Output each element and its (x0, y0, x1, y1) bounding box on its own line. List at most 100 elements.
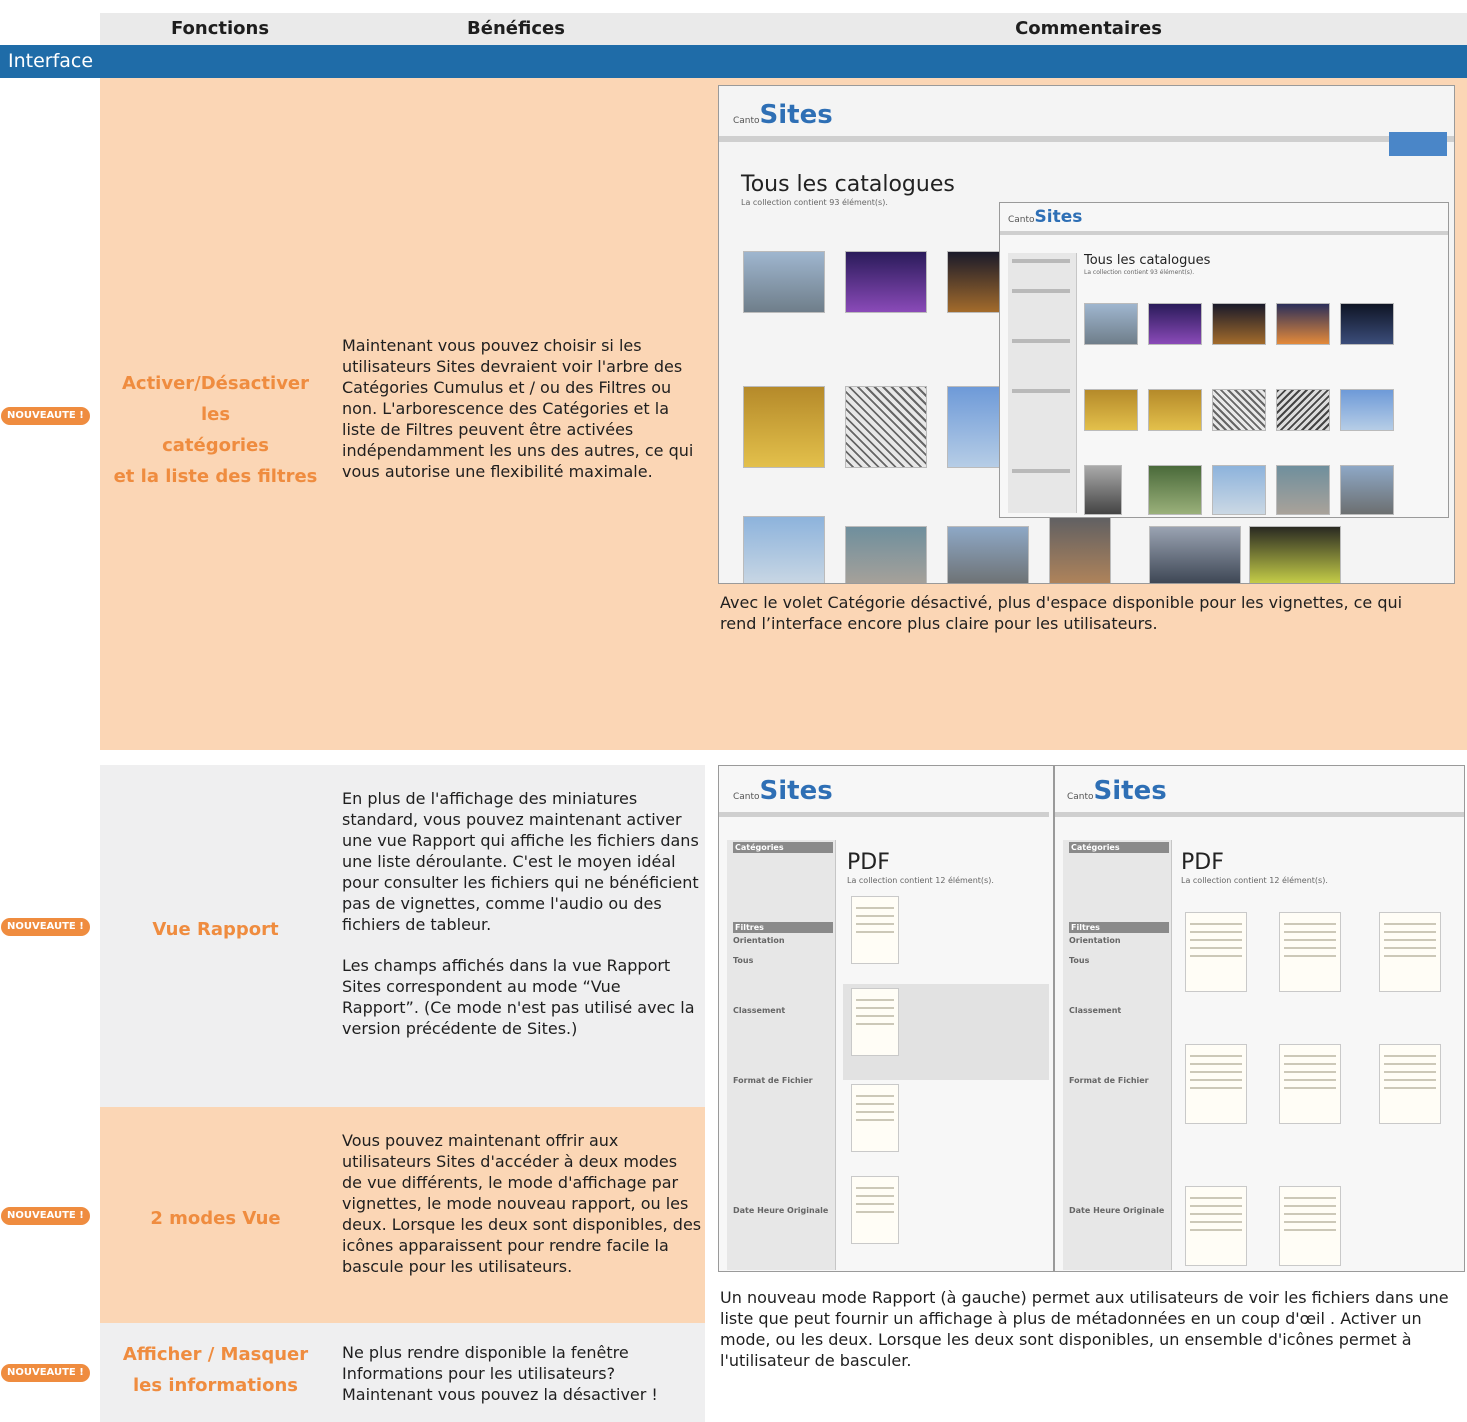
doc-thumb[interactable] (1185, 912, 1247, 992)
header-bar (719, 136, 1454, 142)
doc-thumb[interactable] (1185, 1186, 1247, 1266)
sidebar-classement: Classement (733, 1006, 786, 1015)
sidebar-line (1012, 289, 1070, 293)
thumb-image[interactable] (1148, 303, 1202, 345)
doc-thumb[interactable] (1279, 1044, 1341, 1124)
header-functions: Fonctions (170, 18, 270, 39)
sidebar-filters: Filtres (1069, 922, 1169, 933)
logo-brand: Sites (1093, 776, 1167, 806)
sidebar-format: Format de Fichier (1069, 1076, 1149, 1085)
sidebar-filters: Filtres (733, 922, 833, 933)
sidebar-line (1012, 469, 1070, 473)
doc-thumb[interactable] (1379, 1044, 1441, 1124)
thumb-image[interactable] (743, 386, 825, 468)
sites-logo: CantoSites (733, 776, 833, 806)
thumb-image[interactable] (1084, 389, 1138, 431)
basket-button[interactable] (1389, 132, 1447, 156)
thumb-image[interactable] (1084, 465, 1122, 515)
thumb-image[interactable] (845, 251, 927, 313)
logo-small: Canto (1008, 215, 1035, 225)
function-line: Activer/Désactiver les (121, 373, 310, 425)
pdf-title: PDF (847, 850, 890, 875)
thumb-image[interactable] (1148, 389, 1202, 431)
sidebar-line (1012, 259, 1070, 263)
sites-logo-small: CantoSites (1008, 207, 1082, 227)
section-title: Interface (8, 50, 94, 72)
screenshot-view-modes: CantoSites Catégories Filtres Orientatio… (718, 765, 1465, 1272)
thumb-image[interactable] (1249, 526, 1341, 583)
thumb-image[interactable] (1212, 303, 1266, 345)
doc-thumb[interactable] (1379, 912, 1441, 992)
function-two-modes: 2 modes Vue (113, 1203, 318, 1234)
new-badge: NOUVEAUTE ! (1, 1364, 90, 1382)
sidebar-orientation: Orientation (1069, 936, 1121, 945)
function-line: 2 modes Vue (150, 1208, 281, 1229)
sidebar-categories: Catégories (1069, 842, 1169, 853)
catalog-title: Tous les catalogues (741, 172, 955, 197)
header-comments: Commentaires (1015, 18, 1162, 39)
logo-small: Canto (733, 792, 760, 802)
thumb-image[interactable] (1148, 465, 1202, 515)
benefit-report-view: En plus de l'affichage des miniatures st… (342, 788, 702, 1039)
thumb-image[interactable] (845, 526, 927, 583)
thumb-image[interactable] (1340, 389, 1394, 431)
sidebar-tous: Tous (733, 956, 754, 965)
sites-logo: CantoSites (1067, 776, 1167, 806)
thumb-image[interactable] (1276, 389, 1330, 431)
function-line: catégories (162, 435, 269, 456)
header-bar (719, 812, 1049, 817)
catalog-subtitle: La collection contient 93 élément(s). (741, 198, 888, 207)
doc-thumb[interactable] (851, 988, 899, 1056)
function-report-view: Vue Rapport (113, 914, 318, 945)
logo-brand: Sites (759, 100, 833, 130)
function-toggle-categories: Activer/Désactiver les catégories et la … (113, 368, 318, 492)
function-line: Afficher / Masquer (122, 1344, 309, 1365)
pdf-subtitle: La collection contient 12 élément(s). (847, 876, 994, 885)
section-bar (0, 45, 1467, 78)
sidebar-classement: Classement (1069, 1006, 1122, 1015)
function-line: et la liste des filtres (113, 466, 318, 487)
logo-brand: Sites (759, 776, 833, 806)
doc-thumb[interactable] (851, 896, 899, 964)
screenshot-with-sidebar: CantoSites Tous les catalogues La collec… (999, 202, 1449, 518)
new-badge: NOUVEAUTE ! (1, 407, 90, 425)
header-bar (1000, 231, 1448, 235)
doc-thumb[interactable] (1279, 1186, 1341, 1266)
doc-thumb[interactable] (1279, 912, 1341, 992)
sites-logo: CantoSites (733, 100, 833, 130)
thumb-image[interactable] (1340, 465, 1394, 515)
thumb-image[interactable] (1212, 389, 1266, 431)
comment-view-modes: Un nouveau mode Rapport (à gauche) perme… (720, 1288, 1449, 1370)
sidebar-line (1012, 389, 1070, 393)
thumb-image[interactable] (1149, 526, 1241, 583)
benefit-two-modes: Vous pouvez maintenant offrir aux utilis… (342, 1131, 702, 1276)
logo-small: Canto (1067, 792, 1094, 802)
thumb-image[interactable] (947, 526, 1029, 583)
benefit-toggle-categories: Maintenant vous pouvez choisir si les ut… (342, 336, 694, 481)
thumb-image[interactable] (1049, 511, 1111, 583)
thumb-image[interactable] (1212, 465, 1266, 515)
logo-small: Canto (733, 116, 760, 126)
catalog-title: Tous les catalogues (1084, 253, 1211, 268)
pane-divider (1053, 766, 1055, 1271)
doc-thumb[interactable] (851, 1084, 899, 1152)
category-sidebar: Catégories Filtres Orientation Tous Clas… (727, 840, 836, 1270)
thumb-image[interactable] (1340, 303, 1394, 345)
thumb-image[interactable] (1084, 303, 1138, 345)
thumb-image[interactable] (845, 386, 927, 468)
sidebar-categories: Catégories (733, 842, 833, 853)
doc-thumb[interactable] (851, 1176, 899, 1244)
thumb-image[interactable] (743, 516, 825, 583)
new-badge: NOUVEAUTE ! (1, 918, 90, 936)
thumb-image[interactable] (1276, 465, 1330, 515)
sidebar-line (1012, 339, 1070, 343)
function-toggle-info: Afficher / Masquer les informations (113, 1339, 318, 1401)
doc-thumb[interactable] (1185, 1044, 1247, 1124)
sidebar-date: Date Heure Originale (1069, 1206, 1165, 1215)
pdf-subtitle: La collection contient 12 élément(s). (1181, 876, 1328, 885)
thumb-image[interactable] (743, 251, 825, 313)
thumb-image[interactable] (1276, 303, 1330, 345)
function-line: Vue Rapport (152, 919, 279, 940)
new-badge: NOUVEAUTE ! (1, 1207, 90, 1225)
